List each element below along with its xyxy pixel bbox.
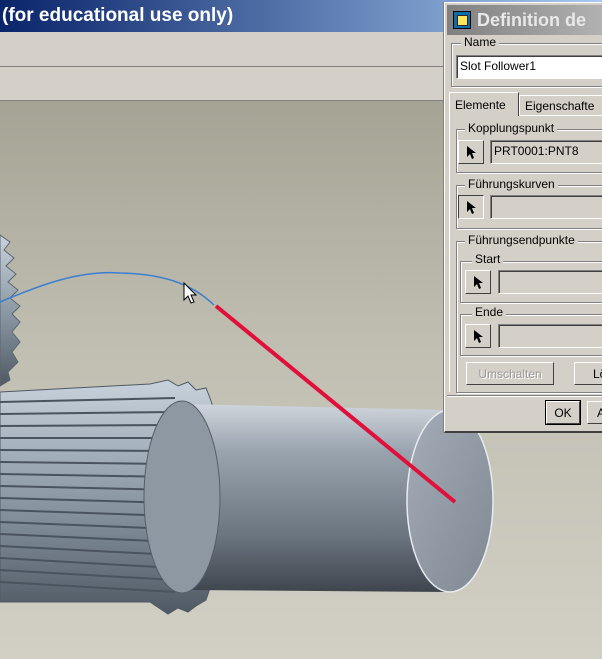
upper-gear-fragment xyxy=(0,234,21,387)
kopplungspunkt-field[interactable]: PRT0001:PNT8 xyxy=(490,140,602,164)
name-label: Name xyxy=(461,35,500,49)
start-label: Start xyxy=(472,252,504,266)
window-icon xyxy=(453,11,471,29)
fuehrungsendpunkte-label: Führungsendpunkte xyxy=(465,233,578,247)
fuehrungskurven-field[interactable] xyxy=(490,195,602,219)
tab-eigenschaften[interactable]: Eigenschafte xyxy=(519,95,602,116)
dialog-separator xyxy=(447,395,602,397)
start-field[interactable] xyxy=(498,270,602,294)
definition-dialog: Definition de Name Slot Follower1 Elemen… xyxy=(444,2,602,433)
main-window-title: (for educational use only) xyxy=(2,5,234,26)
start-select-button[interactable] xyxy=(465,270,491,294)
ende-field[interactable] xyxy=(498,324,602,348)
arrow-cursor-icon xyxy=(474,276,483,289)
mouse-cursor-icon xyxy=(183,281,198,304)
name-field[interactable]: Slot Follower1 xyxy=(456,55,602,79)
ende-label: Ende xyxy=(472,305,507,319)
fuehrungskurven-select-button[interactable] xyxy=(458,195,484,219)
fuehrungskurven-label: Führungskurven xyxy=(465,177,558,191)
slot-curve[interactable] xyxy=(0,271,215,306)
shaft-cylinder xyxy=(143,400,494,594)
ende-select-button[interactable] xyxy=(465,324,491,348)
tab-elemente[interactable]: Elemente xyxy=(449,92,519,116)
kopplungspunkt-select-button[interactable] xyxy=(458,140,484,164)
abbrechen-button[interactable]: A xyxy=(587,401,602,424)
umschalten-button[interactable]: Umschalten xyxy=(466,362,554,385)
kopplungspunkt-label: Kopplungspunkt xyxy=(465,121,558,135)
loeschen-button[interactable]: Lö xyxy=(574,362,602,385)
ok-button[interactable]: OK xyxy=(545,400,581,425)
dialog-titlebar[interactable]: Definition de xyxy=(447,5,602,35)
dialog-title: Definition de xyxy=(477,10,586,30)
arrow-cursor-icon xyxy=(467,146,476,159)
arrow-cursor-icon xyxy=(467,201,476,214)
arrow-cursor-icon xyxy=(474,330,483,343)
